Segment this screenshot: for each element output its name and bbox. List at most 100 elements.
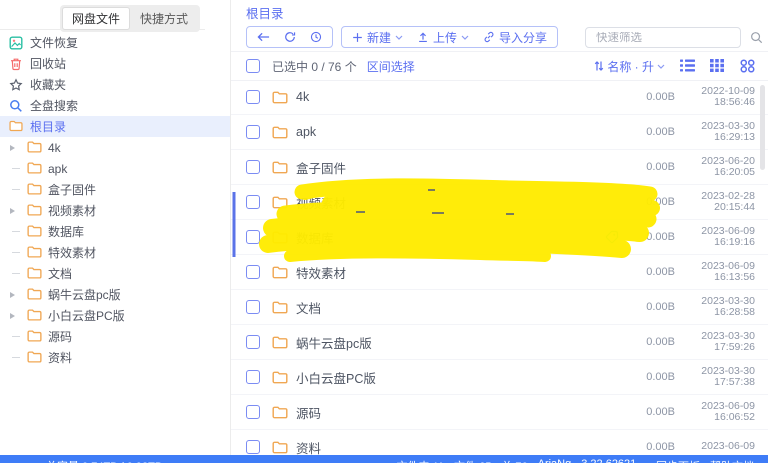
table-row[interactable]: 蜗牛云盘pc版 0.00B 2023-03-30 17:59:26 <box>231 325 768 360</box>
row-checkbox[interactable] <box>246 300 260 314</box>
select-all-checkbox[interactable] <box>246 59 260 73</box>
row-checkbox[interactable] <box>246 265 260 279</box>
history-button[interactable] <box>310 31 322 43</box>
table-row[interactable]: 视频素材 0.00B 2023-02-28 20:15:44 <box>231 185 768 220</box>
sort-label: 名称 · 升 <box>607 59 654 74</box>
folder-icon <box>272 371 288 384</box>
file-size: 0.00B <box>646 161 675 173</box>
file-size: 0.00B <box>646 91 675 103</box>
search-icon <box>9 99 23 113</box>
row-checkbox[interactable] <box>246 440 260 454</box>
status-right: 文件夹 11 文件 65 总 76 AriaNg 3.22.62621 ● 同步面板 帮助文… <box>397 458 754 463</box>
folder-icon <box>272 231 288 244</box>
scrollbar-thumb[interactable] <box>760 85 765 170</box>
file-name[interactable]: 视频素材 <box>296 193 631 212</box>
expand-arrow-icon[interactable] <box>10 144 15 151</box>
folder-icon <box>27 288 43 301</box>
row-checkbox[interactable] <box>246 160 260 174</box>
chevron-down-icon <box>395 35 403 40</box>
grid-view-icon[interactable] <box>710 59 725 73</box>
row-checkbox[interactable] <box>246 195 260 209</box>
expand-arrow-icon[interactable] <box>10 207 15 214</box>
list-view-icon[interactable] <box>680 59 695 73</box>
file-name[interactable]: 蜗牛云盘pc版 <box>296 333 631 352</box>
tree-item[interactable]: 盒子固件 <box>0 179 230 200</box>
tree-connector <box>12 252 20 253</box>
upload-button[interactable]: 上传 <box>417 29 469 46</box>
folder-icon <box>272 161 288 174</box>
row-checkbox[interactable] <box>246 370 260 384</box>
sidebar-tabs: 网盘文件 快捷方式 <box>60 5 201 32</box>
file-date: 2023-02-28 20:15:44 <box>687 190 755 214</box>
tree-item[interactable]: 4k <box>0 137 230 158</box>
tree-item[interactable]: 文档 <box>0 263 230 284</box>
file-size: 0.00B <box>646 126 675 138</box>
file-name[interactable]: 盒子固件 <box>296 158 631 177</box>
file-name[interactable]: 小白云盘PC版 <box>296 368 631 387</box>
tree-item[interactable]: apk <box>0 158 230 179</box>
tree-item[interactable]: 视频素材 <box>0 200 230 221</box>
time-line: 16:19:16 <box>714 236 755 248</box>
expand-arrow-icon[interactable] <box>10 312 15 319</box>
tree-connector <box>12 189 20 190</box>
breadcrumb[interactable]: 根目录 <box>246 3 284 22</box>
folder-icon <box>272 301 288 314</box>
tree-item[interactable]: 数据库 <box>0 221 230 242</box>
refresh-button[interactable] <box>284 31 296 43</box>
table-row[interactable]: 数据库 0.00B 2023-06-09 16:19:16 <box>231 220 768 255</box>
file-size: 0.00B <box>646 231 675 243</box>
tree-item[interactable]: 源码 <box>0 326 230 347</box>
sidebar-item-global-search[interactable]: 全盘搜索 <box>0 95 230 116</box>
tree-item-label: 蜗牛云盘pc版 <box>48 288 121 302</box>
folder-icon <box>27 246 43 259</box>
new-button[interactable]: 新建 <box>352 29 403 46</box>
file-name[interactable]: 数据库 <box>296 228 605 247</box>
back-button[interactable] <box>257 32 270 42</box>
tree-item[interactable]: 小白云盘PC版 <box>0 305 230 326</box>
file-name[interactable]: apk <box>296 125 631 139</box>
status-bar: 总容量 0.74TB / 0.98TB 文件夹 11 文件 65 总 76 AriaN… <box>0 455 768 463</box>
tree-item[interactable]: 资料 <box>0 347 230 368</box>
search-icon[interactable] <box>750 31 763 44</box>
sidebar-item-root-directory[interactable]: 根目录 <box>0 116 230 137</box>
quick-filter-input[interactable] <box>586 31 750 44</box>
large-grid-view-icon[interactable] <box>740 59 755 73</box>
range-select-link[interactable]: 区间选择 <box>367 58 415 75</box>
file-date: 2022-10-09 18:56:46 <box>687 85 755 109</box>
date-line: 2023-06-09 <box>701 440 755 453</box>
table-row[interactable]: 特效素材 0.00B 2023-06-09 16:13:56 <box>231 255 768 290</box>
table-row[interactable]: 盒子固件 0.00B 2023-06-20 16:20:05 <box>231 150 768 185</box>
table-row[interactable]: 源码 0.00B 2023-06-09 16:06:52 <box>231 395 768 430</box>
row-checkbox[interactable] <box>246 90 260 104</box>
file-name[interactable]: 4k <box>296 90 631 104</box>
sidebar-item-file-recovery[interactable]: 文件恢复 <box>0 32 230 53</box>
row-checkbox[interactable] <box>246 230 260 244</box>
row-checkbox[interactable] <box>246 125 260 139</box>
row-checkbox[interactable] <box>246 405 260 419</box>
table-row[interactable]: 4k 0.00B 2022-10-09 18:56:46 <box>231 80 768 115</box>
tab-shortcuts[interactable]: 快捷方式 <box>130 7 198 30</box>
table-row[interactable]: apk 0.00B 2023-03-30 16:29:13 <box>231 115 768 150</box>
tree-item-label: 资料 <box>48 351 73 365</box>
tree-item[interactable]: 蜗牛云盘pc版 <box>0 284 230 305</box>
main-panel: 根目录 新建 上传 导入分享 快速筛选 已选中 0 / 76 个 区间选择 名称… <box>231 0 768 457</box>
sidebar-item-recycle-bin[interactable]: 回收站 <box>0 53 230 74</box>
sidebar-item-label: 回收站 <box>30 57 67 71</box>
sidebar-item-favorites[interactable]: 收藏夹 <box>0 74 230 95</box>
sort-control[interactable]: 名称 · 升 <box>594 58 665 75</box>
expand-arrow-icon[interactable] <box>10 291 15 298</box>
tab-cloud-files[interactable]: 网盘文件 <box>62 7 131 30</box>
table-row[interactable]: 小白云盘PC版 0.00B 2023-03-30 17:57:38 <box>231 360 768 395</box>
tree-item-label: apk <box>48 161 68 176</box>
file-name[interactable]: 资料 <box>296 438 631 457</box>
list-header: 已选中 0 / 76 个 区间选择 名称 · 升 <box>231 52 768 80</box>
sidebar: 网盘文件 快捷方式 文件恢复 回收站 收藏夹 全盘搜索 根目录 4k apk 盒… <box>0 0 230 455</box>
file-size: 0.00B <box>646 196 675 208</box>
row-checkbox[interactable] <box>246 335 260 349</box>
tree-item[interactable]: 特效素材 <box>0 242 230 263</box>
file-name[interactable]: 源码 <box>296 403 631 422</box>
table-row[interactable]: 文档 0.00B 2023-03-30 16:28:58 <box>231 290 768 325</box>
import-share-button[interactable]: 导入分享 <box>483 29 547 46</box>
file-name[interactable]: 文档 <box>296 298 631 317</box>
file-name[interactable]: 特效素材 <box>296 263 631 282</box>
